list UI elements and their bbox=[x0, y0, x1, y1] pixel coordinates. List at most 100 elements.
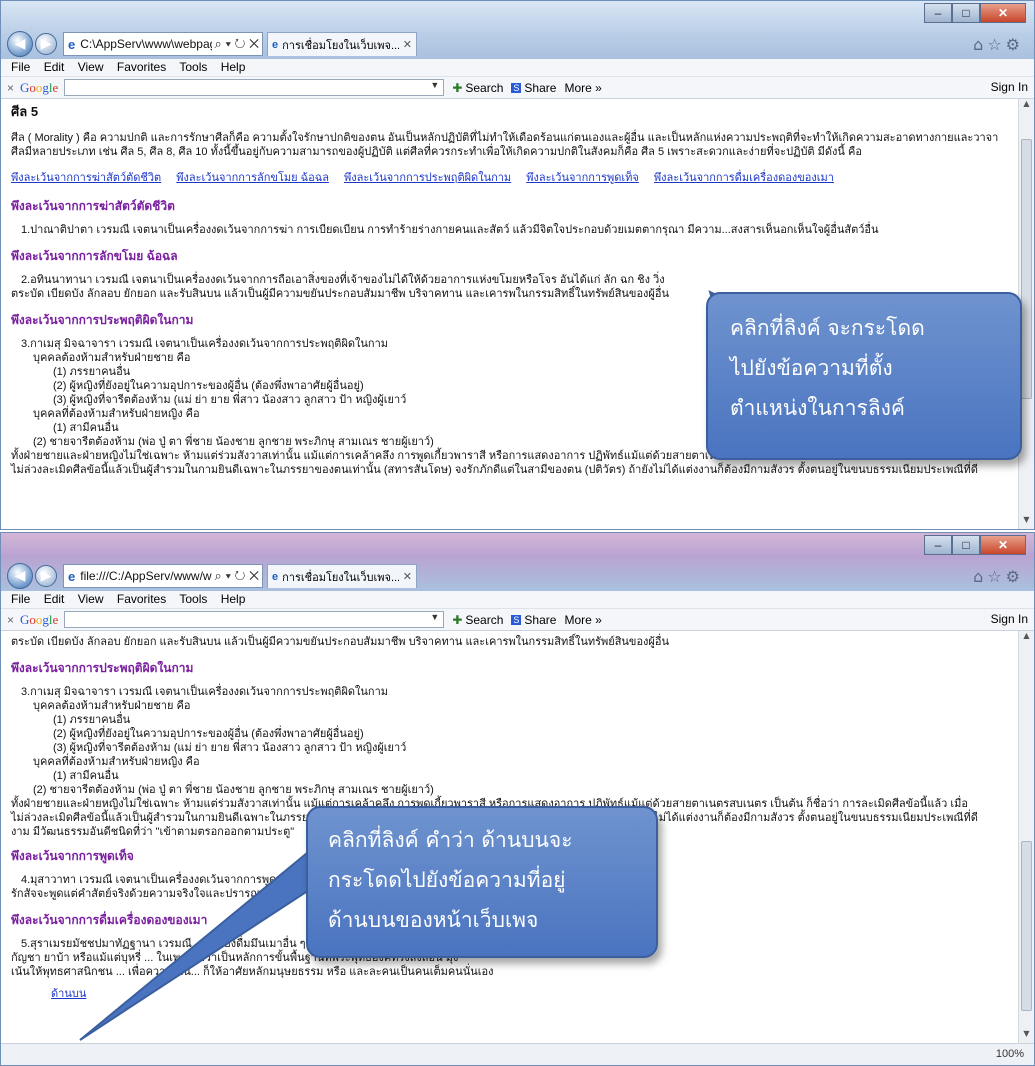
address-controls-icon[interactable]: ⌕ ▾ ↻ ✕ bbox=[212, 36, 262, 52]
window-controls: – □ ✕ bbox=[924, 3, 1026, 23]
tab-active[interactable]: e การเชื่อมโยงในเว็บเพจ... ✕ bbox=[267, 564, 417, 588]
search-button[interactable]: ✚ Search bbox=[452, 81, 503, 95]
tab-page-icon: e bbox=[272, 38, 279, 51]
title-bar: – □ ✕ ◀ ▶ e C:\AppServ\www\webpage_htm ⌕… bbox=[1, 1, 1034, 59]
menu-edit[interactable]: Edit bbox=[44, 592, 65, 606]
menu-file[interactable]: File bbox=[11, 60, 30, 74]
home-icon[interactable]: ⌂ bbox=[973, 567, 987, 586]
callout-line: คลิกที่ลิงค์ คำว่า ด้านบนจะ bbox=[328, 828, 573, 852]
list-item: (1) สามีคนอื่น bbox=[53, 770, 119, 782]
tab-active[interactable]: e การเชื่อมโยงในเว็บเพจ... ✕ bbox=[267, 32, 417, 56]
address-bar[interactable]: e C:\AppServ\www\webpage_htm ⌕ ▾ ↻ ✕ bbox=[63, 32, 263, 56]
gear-icon[interactable]: ⚙ bbox=[1006, 567, 1024, 586]
favorites-star-icon[interactable]: ☆ bbox=[987, 35, 1005, 54]
menu-edit[interactable]: Edit bbox=[44, 60, 65, 74]
minimize-button[interactable]: – bbox=[924, 3, 952, 23]
menu-file[interactable]: File bbox=[11, 592, 30, 606]
menu-view[interactable]: View bbox=[78, 60, 104, 74]
search-button[interactable]: ✚ Search bbox=[452, 613, 503, 627]
gear-icon[interactable]: ⚙ bbox=[1006, 35, 1024, 54]
ie-page-icon: e bbox=[68, 568, 76, 584]
scroll-down-icon[interactable]: ▼ bbox=[1019, 515, 1034, 529]
search-icon: ✚ bbox=[452, 80, 463, 95]
tab-close-icon[interactable]: ✕ bbox=[403, 38, 412, 51]
tab-title: การเชื่อมโยงในเว็บเพจ... bbox=[282, 571, 399, 584]
google-search-input[interactable]: ▼ bbox=[64, 611, 445, 628]
forward-icon[interactable]: ▶ bbox=[35, 565, 57, 587]
scrollbar[interactable]: ▲ ▼ bbox=[1018, 631, 1034, 1043]
menu-tools[interactable]: Tools bbox=[179, 60, 207, 74]
back-to-top-link[interactable]: ด้านบน bbox=[51, 987, 86, 1001]
browser-window-2: – □ ✕ ◀ ▶ e file:///C:/AppServ/www/webpa… bbox=[0, 532, 1035, 1066]
intro-text: ศีล ( Morality ) คือ ความปกติ และการรักษ… bbox=[11, 132, 999, 158]
scroll-thumb[interactable] bbox=[1021, 139, 1032, 399]
section-text-stealing-2: ตระบัด เบียดบัง ลักลอบ ยักยอก และรับสินบ… bbox=[11, 636, 670, 648]
address-bar[interactable]: e file:///C:/AppServ/www/webpag ⌕ ▾ ↻ ✕ bbox=[63, 564, 263, 588]
more-button[interactable]: More » bbox=[564, 613, 601, 627]
more-button[interactable]: More » bbox=[564, 81, 601, 95]
menu-bar: File Edit View Favorites Tools Help bbox=[1, 591, 1034, 609]
menu-help[interactable]: Help bbox=[221, 592, 246, 606]
minimize-button[interactable]: – bbox=[924, 535, 952, 555]
google-search-input[interactable]: ▼ bbox=[64, 79, 445, 96]
link-sexual-misconduct[interactable]: พึงละเว้นจากการประพฤติผิดในกาม bbox=[344, 172, 511, 184]
page-title: ศีล 5 bbox=[11, 104, 39, 119]
scroll-thumb[interactable] bbox=[1021, 841, 1032, 1011]
back-icon[interactable]: ◀ bbox=[7, 31, 33, 57]
section-text-stealing-1: 2.อทินนาทานา เวรมณี เจตนาเป็นเครื่องงดเว… bbox=[21, 274, 665, 286]
address-controls-icon[interactable]: ⌕ ▾ ↻ ✕ bbox=[212, 568, 262, 584]
share-icon: S bbox=[511, 82, 522, 93]
list-item: บุคคลต้องห้ามสำหรับฝ่ายชาย คือ bbox=[33, 700, 191, 712]
close-button[interactable]: ✕ bbox=[980, 535, 1026, 555]
favorites-star-icon[interactable]: ☆ bbox=[987, 567, 1005, 586]
link-intoxicants[interactable]: พึงละเว้นจากการดื่มเครื่องดองของเมา bbox=[654, 172, 834, 184]
list-item: (2) ผู้หญิงที่ยังอยู่ในความอุปการะของผู้… bbox=[53, 728, 364, 740]
toolbar-icons[interactable]: ⌂☆⚙ bbox=[973, 35, 1024, 54]
maximize-button[interactable]: □ bbox=[952, 3, 980, 23]
maximize-button[interactable]: □ bbox=[952, 535, 980, 555]
callout-line: กระโดดไปยังข้อความที่อยู่ bbox=[328, 868, 566, 892]
scroll-up-icon[interactable]: ▲ bbox=[1019, 99, 1034, 113]
toolbar-close-icon[interactable]: × bbox=[7, 613, 14, 627]
callout-line: ไปยังข้อความที่ตั้ง bbox=[730, 356, 893, 380]
google-toolbar: × Google ▼ ✚ Search S Share More » Sign In bbox=[1, 77, 1034, 99]
callout-line: ตำแหน่งในการลิงค์ bbox=[730, 396, 905, 420]
menu-view[interactable]: View bbox=[78, 592, 104, 606]
tab-title: การเชื่อมโยงในเว็บเพจ... bbox=[282, 39, 399, 52]
scroll-up-icon[interactable]: ▲ bbox=[1019, 631, 1034, 645]
zoom-level[interactable]: 100% bbox=[996, 1048, 1024, 1060]
toolbar-icons[interactable]: ⌂☆⚙ bbox=[973, 567, 1024, 586]
sign-in-button[interactable]: Sign In bbox=[991, 80, 1028, 94]
scroll-down-icon[interactable]: ▼ bbox=[1019, 1029, 1034, 1043]
address-text[interactable]: C:\AppServ\www\webpage_htm bbox=[80, 37, 211, 51]
link-stealing[interactable]: พึงละเว้นจากการลักขโมย ฉ้อฉล bbox=[176, 172, 329, 184]
close-button[interactable]: ✕ bbox=[980, 3, 1026, 23]
search-icon: ✚ bbox=[452, 612, 463, 627]
link-lying[interactable]: พึงละเว้นจากการพูดเท็จ bbox=[526, 172, 639, 184]
section-heading-stealing: พึงละเว้นจากการลักขโมย ฉ้อฉล bbox=[11, 249, 178, 263]
tab-close-icon[interactable]: ✕ bbox=[403, 570, 412, 583]
list-item: บุคคลที่ต้องห้ามสำหรับฝ่ายหญิง คือ bbox=[33, 756, 200, 768]
share-button[interactable]: S Share bbox=[511, 81, 556, 95]
google-toolbar: × Google ▼ ✚ Search S Share More » Sign In bbox=[1, 609, 1034, 631]
share-button[interactable]: S Share bbox=[511, 613, 556, 627]
home-icon[interactable]: ⌂ bbox=[973, 35, 987, 54]
address-text[interactable]: file:///C:/AppServ/www/webpag bbox=[80, 569, 211, 583]
section-text-intoxicants-3: เน้นให้พุทธศาสนิกชน ... เพื่อความเป็น...… bbox=[11, 966, 494, 978]
menu-help[interactable]: Help bbox=[221, 60, 246, 74]
callout-line: ด้านบนของหน้าเว็บเพจ bbox=[328, 908, 539, 932]
chevron-down-icon[interactable]: ▼ bbox=[430, 80, 439, 90]
share-icon: S bbox=[511, 614, 522, 625]
menu-favorites[interactable]: Favorites bbox=[117, 60, 166, 74]
sign-in-button[interactable]: Sign In bbox=[991, 612, 1028, 626]
forward-icon[interactable]: ▶ bbox=[35, 33, 57, 55]
link-killing[interactable]: พึงละเว้นจากการฆ่าสัตว์ตัดชีวิต bbox=[11, 172, 161, 184]
list-item: 3.กาเมสุ มิจฉาจารา เวรมณี เจตนาเป็นเครื่… bbox=[21, 686, 389, 698]
menu-favorites[interactable]: Favorites bbox=[117, 592, 166, 606]
ie-page-icon: e bbox=[68, 36, 76, 52]
toolbar-close-icon[interactable]: × bbox=[7, 81, 14, 95]
menu-tools[interactable]: Tools bbox=[179, 592, 207, 606]
back-icon[interactable]: ◀ bbox=[7, 563, 33, 589]
section-heading-sexual-misconduct: พึงละเว้นจากการประพฤติผิดในกาม bbox=[11, 661, 194, 675]
chevron-down-icon[interactable]: ▼ bbox=[430, 612, 439, 622]
